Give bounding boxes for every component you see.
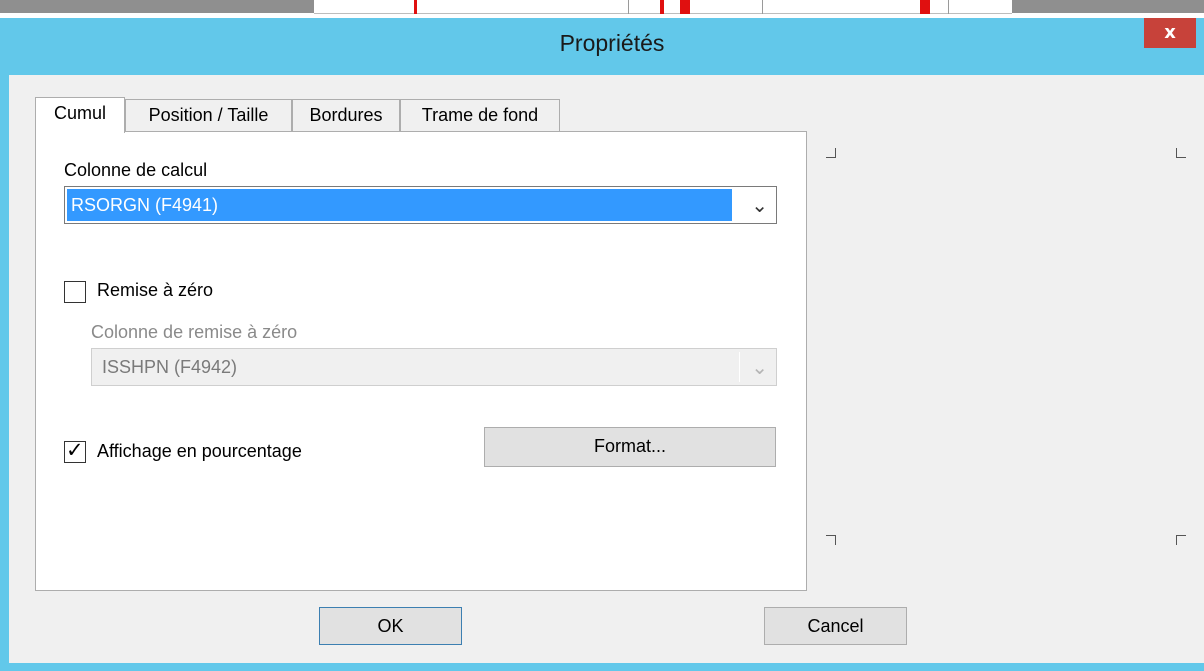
percent-checkbox[interactable]: ✓ [64, 438, 86, 463]
ruler-marker [414, 0, 417, 14]
chevron-down-icon: ⌄ [751, 193, 768, 217]
background-scrollbar-left [0, 0, 314, 13]
reset-column-select[interactable]: ISSHPN (F4942) ⌄ [91, 348, 777, 386]
ruler-marker [920, 0, 930, 14]
reset-checkbox[interactable] [64, 281, 86, 303]
checkmark-icon: ✓ [66, 438, 84, 462]
ruler-tick [628, 0, 629, 14]
calc-column-select[interactable]: RSORGN (F4941) ⌄ [64, 186, 777, 224]
ok-button[interactable]: OK [319, 607, 462, 645]
properties-dialog: Propriétés x Cumul Position / Taille Bor… [0, 18, 1204, 671]
background-ruler [314, 0, 1012, 14]
tab-position-taille[interactable]: Position / Taille [125, 99, 292, 131]
calc-column-selected-value: RSORGN (F4941) [67, 189, 732, 221]
background-scrollbar-right [1012, 0, 1204, 13]
tab-trame-de-fond[interactable]: Trame de fond [400, 99, 560, 131]
corner-marker-top-left [826, 148, 836, 158]
tab-label: Bordures [309, 105, 383, 125]
combo-separator [739, 352, 740, 382]
tab-label: Position / Taille [148, 105, 269, 125]
reset-column-value: ISSHPN (F4942) [102, 357, 238, 377]
background-app-strip [0, 0, 1204, 18]
chevron-down-icon: ⌄ [751, 355, 768, 379]
tab-bordures[interactable]: Bordures [292, 99, 400, 131]
ruler-tick [762, 0, 763, 14]
corner-marker-bottom-right [1176, 535, 1186, 545]
tab-label: Trame de fond [421, 105, 539, 125]
tab-panel-cumul: Colonne de calcul RSORGN (F4941) ⌄ Remis… [35, 131, 807, 591]
ruler-marker [680, 0, 690, 14]
dialog-title: Propriétés [559, 30, 665, 56]
close-icon: x [1164, 22, 1176, 43]
title-bar[interactable]: Propriétés x [0, 18, 1204, 74]
calc-column-label: Colonne de calcul [64, 160, 208, 180]
close-button[interactable]: x [1144, 18, 1196, 48]
corner-marker-bottom-left [826, 535, 836, 545]
tab-label: Cumul [53, 103, 106, 123]
corner-marker-top-right [1176, 148, 1186, 158]
reset-column-label: Colonne de remise à zéro [91, 322, 298, 342]
ruler-marker [660, 0, 664, 14]
dialog-client-area: Cumul Position / Taille Bordures Trame d… [9, 75, 1204, 663]
cancel-button[interactable]: Cancel [764, 607, 907, 645]
reset-label: Remise à zéro [97, 280, 214, 300]
ruler-tick [948, 0, 949, 14]
format-button[interactable]: Format... [484, 427, 776, 467]
tab-cumul[interactable]: Cumul [35, 97, 125, 133]
percent-label: Affichage en pourcentage [97, 441, 302, 461]
